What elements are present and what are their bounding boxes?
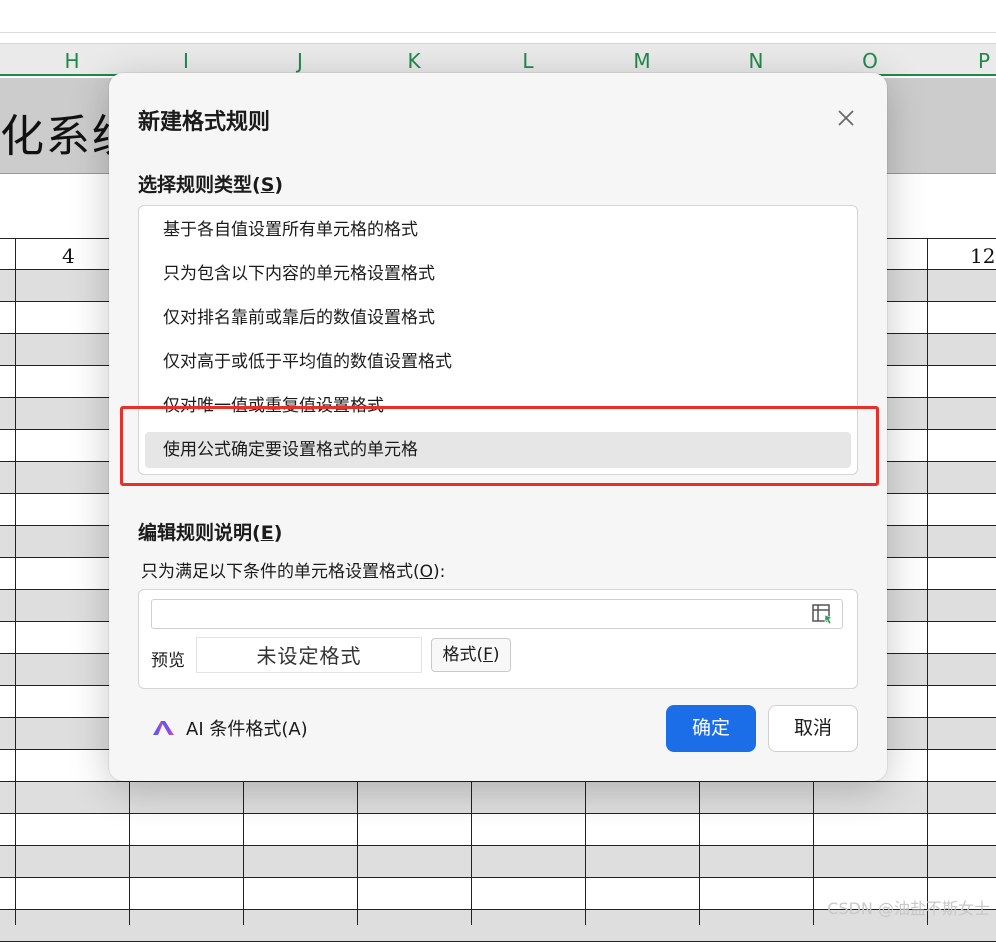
column-header-m[interactable]: M bbox=[585, 44, 699, 75]
preview-label: 预览 bbox=[151, 651, 185, 671]
grid-row[interactable] bbox=[0, 846, 996, 878]
column-header-h[interactable]: H bbox=[15, 44, 129, 75]
column-header-j[interactable]: J bbox=[243, 44, 357, 75]
ok-button[interactable]: 确定 bbox=[666, 705, 756, 752]
close-icon bbox=[838, 110, 854, 126]
ai-button-label: AI 条件格式(A) bbox=[186, 719, 308, 740]
column-header-l[interactable]: L bbox=[471, 44, 585, 75]
ai-conditional-format-button[interactable]: AI 条件格式(A) bbox=[152, 713, 308, 743]
condition-panel: 预览 未设定格式 格式(F) bbox=[138, 589, 858, 689]
preview-box: 未设定格式 bbox=[196, 637, 422, 673]
new-format-rule-dialog: 新建格式规则 选择规则类型(S) 基于各自值设置所有单元格的格式 只为包含以下内… bbox=[109, 73, 887, 781]
edit-rule-description-label: 编辑规则说明(E) bbox=[138, 522, 283, 544]
condition-label: 只为满足以下条件的单元格设置格式(O): bbox=[141, 562, 446, 582]
grid-row[interactable] bbox=[0, 782, 996, 814]
column-header-i[interactable]: I bbox=[129, 44, 243, 75]
formula-input[interactable] bbox=[151, 599, 843, 629]
rule-type-item[interactable]: 仅对排名靠前或靠后的数值设置格式 bbox=[145, 300, 851, 336]
rule-type-list[interactable]: 基于各自值设置所有单元格的格式 只为包含以下内容的单元格设置格式 仅对排名靠前或… bbox=[138, 205, 858, 475]
ai-logo-icon bbox=[153, 721, 174, 735]
grid-column-line bbox=[15, 238, 16, 925]
format-button[interactable]: 格式(F) bbox=[431, 638, 511, 672]
range-picker-button[interactable] bbox=[811, 603, 835, 625]
rule-type-item[interactable]: 仅对唯一值或重复值设置格式 bbox=[145, 388, 851, 424]
range-picker-icon bbox=[812, 604, 833, 625]
column-header-p[interactable]: P bbox=[927, 44, 996, 75]
cell-value-right: 12 bbox=[970, 244, 996, 268]
rule-type-item[interactable]: 仅对高于或低于平均值的数值设置格式 bbox=[145, 344, 851, 380]
column-header-o[interactable]: O bbox=[813, 44, 927, 75]
dialog-title: 新建格式规则 bbox=[138, 110, 271, 135]
cancel-button[interactable]: 取消 bbox=[768, 705, 858, 752]
select-rule-type-label: 选择规则类型(S) bbox=[138, 174, 284, 196]
rule-type-item[interactable]: 只为包含以下内容的单元格设置格式 bbox=[145, 256, 851, 292]
grid-row[interactable] bbox=[0, 814, 996, 846]
rule-type-item[interactable]: 基于各自值设置所有单元格的格式 bbox=[145, 212, 851, 248]
column-header-n[interactable]: N bbox=[699, 44, 813, 75]
rule-type-item-selected[interactable]: 使用公式确定要设置格式的单元格 bbox=[145, 432, 851, 468]
grid-column-line bbox=[927, 238, 928, 925]
close-button[interactable] bbox=[831, 103, 861, 133]
cell-value-left: 4 bbox=[62, 244, 75, 268]
watermark: CSDN @油盐不斯女士 bbox=[827, 899, 990, 918]
column-header-row: H I J K L M N O P bbox=[0, 43, 996, 76]
column-header-k[interactable]: K bbox=[357, 44, 471, 75]
toolbar-strip bbox=[0, 0, 996, 33]
